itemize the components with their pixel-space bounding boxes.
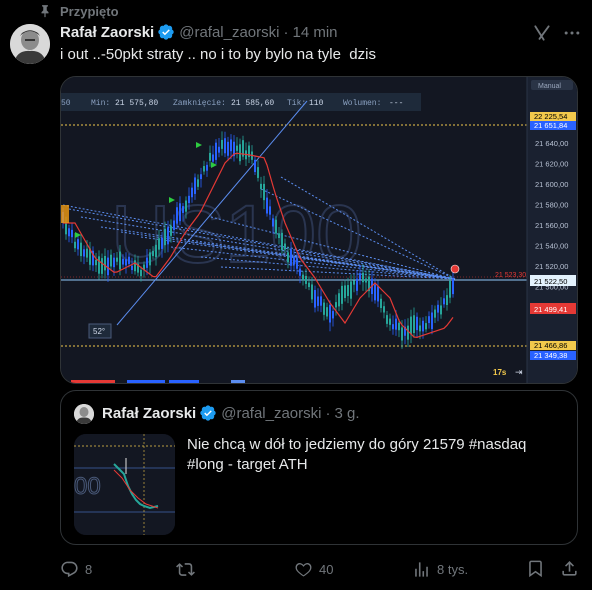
badge-red-price: 21 499,41 xyxy=(534,305,567,314)
repost-button[interactable] xyxy=(176,557,201,581)
reply-count: 8 xyxy=(85,561,93,577)
post-text: i out ..-50pkt straty .. no i to by bylo… xyxy=(60,46,376,63)
badge-top-blue: 21 651,84 xyxy=(534,121,567,130)
chart-image[interactable]: 50 Min: 21 575,80 Zamknięcie: 21 585,60 … xyxy=(60,76,578,384)
author-name[interactable]: Rafał Zaorski xyxy=(60,24,154,41)
author-handle[interactable]: @rafal_zaorski xyxy=(179,24,279,41)
verified-icon xyxy=(200,405,216,421)
toolbar-tick-value: 110 xyxy=(309,99,324,108)
price-axis-label: 21 640,00 xyxy=(535,139,568,148)
views-count: 8 tys. xyxy=(437,561,469,577)
quote-avatar xyxy=(74,404,94,424)
badge-top-yellow: 22 225,54 xyxy=(534,112,567,121)
verified-icon xyxy=(158,24,174,40)
bookmark-icon[interactable] xyxy=(526,559,545,578)
chart-watermark: US100 xyxy=(111,189,362,280)
avatar[interactable] xyxy=(10,24,50,64)
reply-button[interactable]: 8 xyxy=(60,557,92,581)
like-button[interactable]: 40 xyxy=(294,557,333,581)
quote-author-name: Rafał Zaorski xyxy=(102,404,197,422)
badge-bottom-yellow: 21 466,86 xyxy=(534,341,567,350)
toolbar-min-value: 21 575,80 xyxy=(115,99,158,108)
quote-header: Rafał Zaorski @rafal_zaorski · 3 g. xyxy=(102,403,360,423)
grok-icon[interactable] xyxy=(532,23,552,43)
toolbar-volume-label: Wolumen: xyxy=(343,99,381,108)
price-axis-label: 21 540,00 xyxy=(535,242,568,251)
current-line-label: 21 523,30 xyxy=(495,272,526,279)
post-header: Rafał Zaorski @rafal_zaorski · 14 min xyxy=(60,22,338,42)
share-icon[interactable] xyxy=(560,559,579,578)
toolbar-tick-label: Tik: xyxy=(287,99,306,108)
quote-thumbnail: 00 xyxy=(74,434,175,535)
views-icon xyxy=(415,561,428,577)
separator-dot: · xyxy=(283,23,289,41)
quote-time: 3 g. xyxy=(334,404,360,422)
price-axis-label: 21 600,00 xyxy=(535,180,568,189)
price-axis-label: 21 620,00 xyxy=(535,160,568,169)
quote-separator-dot: · xyxy=(325,404,331,422)
angle-label: 52° xyxy=(93,327,105,336)
timer-label: 17s xyxy=(493,368,507,377)
like-icon xyxy=(295,562,312,577)
action-bar: 8 40 8 tys. xyxy=(60,557,584,581)
svg-text:⇥: ⇥ xyxy=(515,367,523,377)
toolbar-close-label: Zamknięcie: xyxy=(173,99,226,108)
price-axis-label: 21 580,00 xyxy=(535,201,568,210)
reply-icon xyxy=(61,561,78,577)
post-time[interactable]: 14 min xyxy=(292,24,337,41)
badge-current-price: 21 522,50 xyxy=(534,277,567,286)
badge-bottom-blue: 21 349,38 xyxy=(534,351,567,360)
quote-text: Nie chcą w dół to jedziemy do góry 21579… xyxy=(187,436,527,473)
quoted-post[interactable]: Rafał Zaorski @rafal_zaorski · 3 g. 00 N… xyxy=(60,390,578,545)
more-icon[interactable] xyxy=(562,23,582,43)
manual-label: Manual xyxy=(538,83,561,90)
pinned-label: Przypięto xyxy=(60,3,119,19)
quote-handle: @rafal_zaorski xyxy=(221,404,322,422)
price-axis-label: 21 520,00 xyxy=(535,262,568,271)
quote-thumb-watermark: 00 xyxy=(74,473,101,500)
toolbar-left-value: 50 xyxy=(61,99,71,108)
toolbar-volume-value: --- xyxy=(389,99,403,108)
repost-icon xyxy=(176,562,195,576)
views-button[interactable]: 8 tys. xyxy=(412,557,468,581)
pinned-indicator: Przypięto xyxy=(38,3,119,19)
price-axis-label: 21 560,00 xyxy=(535,221,568,230)
toolbar-min-label: Min: xyxy=(91,99,110,108)
toolbar-close-value: 21 585,60 xyxy=(231,99,274,108)
pin-icon xyxy=(41,5,49,18)
like-count: 40 xyxy=(319,561,334,577)
